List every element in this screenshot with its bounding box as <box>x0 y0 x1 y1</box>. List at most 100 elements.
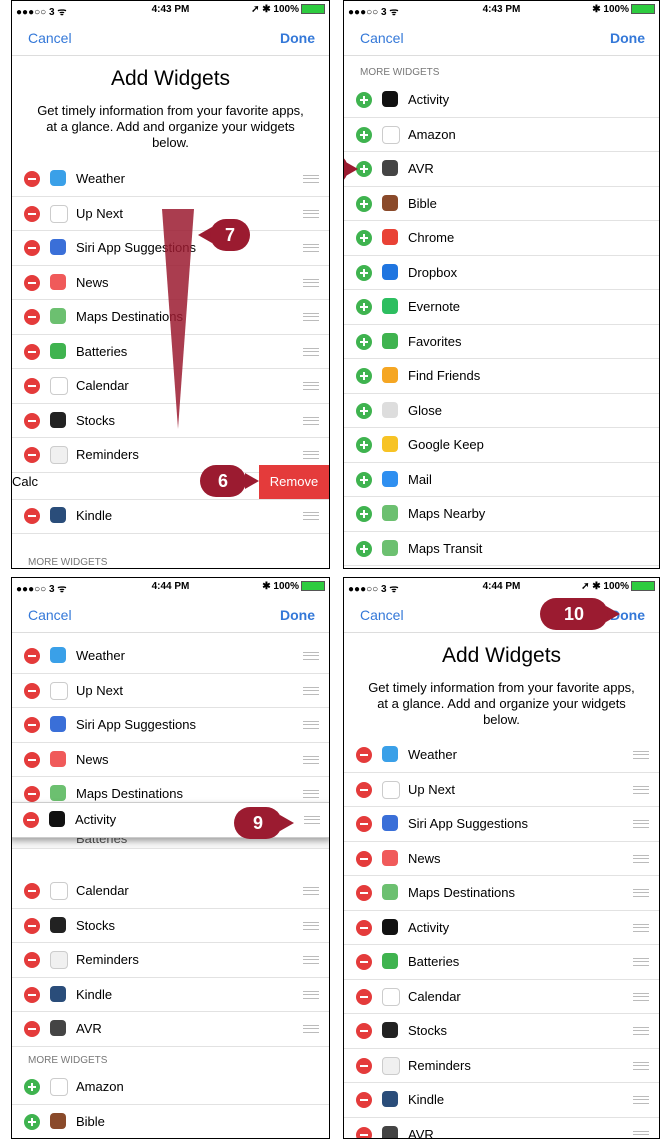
done-button[interactable]: Done <box>280 607 315 623</box>
list-item[interactable]: Stocks <box>344 1014 659 1049</box>
list-item[interactable]: Evernote <box>344 290 659 325</box>
list-item[interactable]: Siri App Suggestions <box>12 708 329 743</box>
delete-icon[interactable] <box>356 920 372 936</box>
delete-icon[interactable] <box>356 816 372 832</box>
list-item[interactable]: Maps Transit <box>344 532 659 567</box>
cancel-button[interactable]: Cancel <box>360 30 404 46</box>
reorder-handle-icon[interactable] <box>303 756 319 764</box>
reorder-handle-icon[interactable] <box>303 417 319 425</box>
delete-icon[interactable] <box>24 952 40 968</box>
add-icon[interactable] <box>24 1079 40 1095</box>
add-icon[interactable] <box>356 334 372 350</box>
reorder-handle-icon[interactable] <box>633 889 649 897</box>
list-item[interactable]: Up Next <box>12 674 329 709</box>
reorder-handle-icon[interactable] <box>633 855 649 863</box>
reorder-handle-icon[interactable] <box>303 175 319 183</box>
reorder-handle-icon[interactable] <box>303 991 319 999</box>
list-item[interactable]: AVR <box>12 1012 329 1047</box>
list-item[interactable]: Bible <box>344 187 659 222</box>
delete-icon[interactable] <box>356 1127 372 1139</box>
list-item[interactable]: Reminders <box>344 1049 659 1084</box>
add-icon[interactable] <box>356 265 372 281</box>
list-item[interactable]: Favorites <box>344 325 659 360</box>
list-item[interactable]: Amazon <box>344 118 659 153</box>
reorder-handle-icon[interactable] <box>303 790 319 798</box>
delete-icon[interactable] <box>24 206 40 222</box>
delete-icon[interactable] <box>24 883 40 899</box>
reorder-handle-icon[interactable] <box>633 1062 649 1070</box>
delete-icon[interactable] <box>356 989 372 1005</box>
add-icon[interactable] <box>356 437 372 453</box>
done-button[interactable]: Done <box>280 30 315 46</box>
add-icon[interactable] <box>356 368 372 384</box>
reorder-handle-icon[interactable] <box>303 956 319 964</box>
delete-icon[interactable] <box>24 171 40 187</box>
list-item[interactable]: Activity <box>344 83 659 118</box>
done-button[interactable]: Done <box>610 30 645 46</box>
delete-icon[interactable] <box>24 987 40 1003</box>
reorder-handle-icon[interactable] <box>303 721 319 729</box>
list-item[interactable]: Find Friends <box>344 359 659 394</box>
delete-icon[interactable] <box>24 447 40 463</box>
delete-icon[interactable] <box>23 812 39 828</box>
delete-icon[interactable] <box>24 752 40 768</box>
reorder-handle-icon[interactable] <box>633 1027 649 1035</box>
list-item[interactable]: Reminders <box>12 943 329 978</box>
list-item[interactable]: Stocks <box>12 909 329 944</box>
list-item[interactable]: Calendar <box>344 980 659 1015</box>
list-item[interactable]: Maps Nearby <box>344 497 659 532</box>
list-item[interactable]: Activity <box>344 911 659 946</box>
add-icon[interactable] <box>356 230 372 246</box>
cancel-button[interactable]: Cancel <box>360 607 404 623</box>
list-item[interactable]: Glose <box>344 394 659 429</box>
add-icon[interactable] <box>356 541 372 557</box>
reorder-handle-icon[interactable] <box>633 751 649 759</box>
list-item[interactable]: News <box>344 842 659 877</box>
delete-icon[interactable] <box>24 918 40 934</box>
add-icon[interactable] <box>356 403 372 419</box>
list-item[interactable]: Chrome <box>344 221 659 256</box>
list-item[interactable]: Amazon <box>12 1070 329 1105</box>
delete-icon[interactable] <box>356 747 372 763</box>
add-icon[interactable] <box>356 299 372 315</box>
reorder-handle-icon[interactable] <box>303 451 319 459</box>
add-icon[interactable] <box>356 196 372 212</box>
reorder-handle-icon[interactable] <box>303 652 319 660</box>
list-item[interactable]: Kindle <box>12 978 329 1013</box>
reorder-handle-icon[interactable] <box>633 958 649 966</box>
delete-icon[interactable] <box>24 240 40 256</box>
reorder-handle-icon[interactable] <box>633 1096 649 1104</box>
delete-icon[interactable] <box>356 954 372 970</box>
list-item[interactable]: Calendar <box>12 874 329 909</box>
list-item[interactable]: Siri App Suggestions <box>344 807 659 842</box>
reorder-handle-icon[interactable] <box>633 993 649 1001</box>
delete-icon[interactable] <box>24 344 40 360</box>
add-icon[interactable] <box>356 92 372 108</box>
reorder-handle-icon[interactable] <box>633 786 649 794</box>
delete-icon[interactable] <box>24 378 40 394</box>
reorder-handle-icon[interactable] <box>633 820 649 828</box>
list-item[interactable]: Weather <box>12 162 329 197</box>
reorder-handle-icon[interactable] <box>303 279 319 287</box>
list-item[interactable]: Mail <box>344 463 659 498</box>
delete-icon[interactable] <box>24 683 40 699</box>
reorder-handle-icon[interactable] <box>303 1025 319 1033</box>
list-item[interactable]: AVR <box>344 152 659 187</box>
delete-icon[interactable] <box>24 508 40 524</box>
list-item[interactable]: Bible <box>12 1105 329 1139</box>
reorder-handle-icon[interactable] <box>303 348 319 356</box>
list-item[interactable]: AVR <box>344 1118 659 1139</box>
reorder-handle-icon[interactable] <box>303 313 319 321</box>
list-item[interactable]: Maps Destinations <box>344 876 659 911</box>
cancel-button[interactable]: Cancel <box>28 607 72 623</box>
delete-icon[interactable] <box>24 413 40 429</box>
delete-icon[interactable] <box>24 786 40 802</box>
delete-icon[interactable] <box>356 782 372 798</box>
cancel-button[interactable]: Cancel <box>28 30 72 46</box>
add-icon[interactable] <box>24 1114 40 1130</box>
delete-icon[interactable] <box>24 717 40 733</box>
list-item[interactable]: Weather <box>12 639 329 674</box>
delete-icon[interactable] <box>356 1023 372 1039</box>
add-icon[interactable] <box>356 127 372 143</box>
list-item[interactable]: Batteries <box>344 945 659 980</box>
